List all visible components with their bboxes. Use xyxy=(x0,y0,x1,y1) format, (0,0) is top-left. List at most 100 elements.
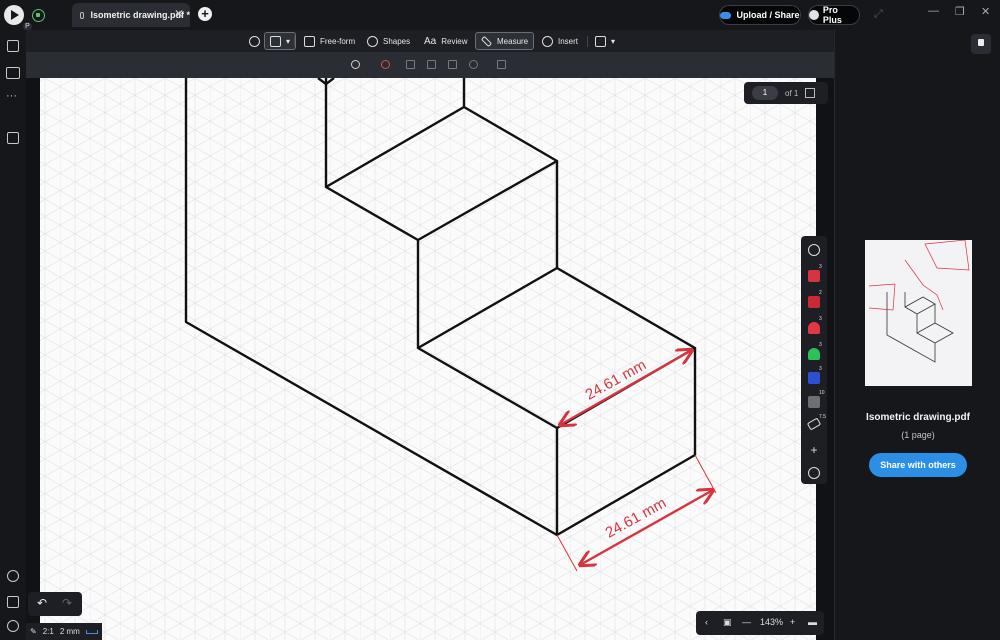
zoom-controls: ‹ ▣ — 143% + ▬ xyxy=(696,611,824,635)
hand-gesture-icon[interactable] xyxy=(7,570,19,582)
highlighter-red-icon[interactable] xyxy=(808,322,820,334)
badge: 10 xyxy=(819,390,825,396)
cloud-icon xyxy=(80,11,85,19)
scale-indicator[interactable]: ✎ 2:1 2 mm xyxy=(26,623,102,640)
shapes-icon xyxy=(367,35,378,47)
upload-cloud-icon xyxy=(720,11,732,19)
title-bar: P Isometric drawing.pdf * ✕ + Upload / S… xyxy=(0,0,1000,31)
pin-icon[interactable] xyxy=(971,34,991,54)
new-page-icon[interactable] xyxy=(7,132,19,144)
measure-label: Measure xyxy=(497,36,529,46)
toolbar-divider xyxy=(587,36,588,47)
badge: 3 xyxy=(819,342,822,348)
measure-subbar xyxy=(26,52,834,78)
badge: 7.5 xyxy=(819,414,826,420)
app-logo-icon[interactable] xyxy=(4,5,24,25)
expand-icon[interactable]: ⤢ xyxy=(874,8,883,21)
plus-circle-icon xyxy=(542,35,553,47)
page-thumbnail[interactable] xyxy=(865,240,972,386)
review-button[interactable]: Aa Review xyxy=(419,32,472,50)
measure-button[interactable]: Measure xyxy=(475,32,535,50)
settings-icon[interactable] xyxy=(7,620,19,632)
close-icon[interactable]: ✕ xyxy=(174,7,184,21)
polygon-tool-icon[interactable] xyxy=(448,60,457,69)
pen-icon xyxy=(304,35,315,47)
measure-tool-icon[interactable] xyxy=(808,244,820,256)
document-sidebar: Isometric drawing.pdf (1 page) Share wit… xyxy=(834,30,1000,640)
undo-icon[interactable]: ↶ xyxy=(37,596,47,610)
page-indicator: 1 of 1 xyxy=(744,82,828,104)
gray-pen-icon[interactable] xyxy=(808,396,820,408)
add-tool-icon[interactable]: + xyxy=(808,444,820,456)
select-tool-button[interactable]: ▾ xyxy=(264,32,297,50)
pro-plus-button[interactable]: Pro Plus xyxy=(808,5,860,25)
avatar-icon xyxy=(809,10,819,20)
badge: 3 xyxy=(819,264,822,270)
highlighter-green-icon[interactable] xyxy=(808,348,820,360)
books-icon xyxy=(595,35,606,47)
page-total: of 1 xyxy=(785,88,799,98)
upload-share-button[interactable]: Upload / Share xyxy=(719,5,801,25)
badge: 2 xyxy=(819,290,822,296)
chevron-down-icon: ▾ xyxy=(286,36,291,46)
volume-tool-icon[interactable] xyxy=(469,60,478,69)
page-number-input[interactable]: 1 xyxy=(752,86,778,100)
zoom-level[interactable]: 143% xyxy=(760,617,783,627)
library-dropdown-button[interactable]: ▾ xyxy=(590,32,620,50)
zoom-in-icon[interactable]: + xyxy=(790,617,795,627)
path-tool-icon[interactable] xyxy=(381,60,390,69)
share-button[interactable]: Share with others xyxy=(869,453,967,477)
scale-bar-icon xyxy=(85,629,98,634)
badge: 3 xyxy=(819,316,822,322)
sync-icon[interactable] xyxy=(32,9,45,22)
toolbar-divider xyxy=(294,36,295,47)
window-close-icon[interactable]: ✕ xyxy=(981,5,990,18)
lasso-icon[interactable] xyxy=(808,467,820,479)
thumbnail-drawing xyxy=(865,240,972,386)
grid-view-icon[interactable] xyxy=(805,88,816,98)
clear-tool-icon[interactable] xyxy=(497,60,506,69)
badge: 3 xyxy=(819,366,822,372)
grid-unit: 2 mm xyxy=(59,627,80,636)
area-tool-icon[interactable] xyxy=(427,60,436,69)
shapes-label: Shapes xyxy=(383,36,411,46)
more-icon[interactable]: ··· xyxy=(6,90,17,102)
pages-icon[interactable] xyxy=(7,40,19,52)
left-rail: ··· xyxy=(0,30,26,640)
chevron-left-icon[interactable]: ‹ xyxy=(705,617,708,627)
redo-icon[interactable]: ↷ xyxy=(62,596,72,610)
tab-document[interactable]: Isometric drawing.pdf * ✕ xyxy=(72,3,190,27)
angle-tool-icon[interactable] xyxy=(406,60,415,69)
text-icon: Aa xyxy=(424,35,437,47)
red-pen-icon[interactable] xyxy=(808,270,820,282)
insert-button[interactable]: Insert xyxy=(537,32,583,50)
hand-tool-button[interactable] xyxy=(244,32,265,50)
blue-pen-icon[interactable] xyxy=(808,372,820,384)
review-label: Review xyxy=(441,36,468,46)
page-count: (1 page) xyxy=(901,430,935,440)
upload-share-label: Upload / Share xyxy=(736,10,800,20)
main-toolbar: ▾ Free-form Shapes Aa Review Measure Inse… xyxy=(26,30,834,52)
new-tab-button[interactable]: + xyxy=(198,7,212,21)
undo-redo-box: ↶ ↷ xyxy=(28,592,82,616)
zoom-out-icon[interactable]: — xyxy=(742,617,751,627)
shapes-button[interactable]: Shapes xyxy=(362,32,415,50)
maximize-icon[interactable]: ❐ xyxy=(955,5,965,18)
freeform-button[interactable]: Free-form xyxy=(299,32,360,50)
select-icon xyxy=(270,35,281,47)
drawing-canvas[interactable]: 24.61 mm 24.61 mm xyxy=(40,78,816,640)
library-icon[interactable] xyxy=(6,67,20,79)
learn-icon[interactable] xyxy=(7,596,19,608)
pencil-icon: ✎ xyxy=(30,627,37,636)
pro-plus-label: Pro Plus xyxy=(822,5,842,25)
fit-page-icon[interactable]: ▣ xyxy=(723,617,732,628)
file-name: Isometric drawing.pdf xyxy=(866,412,970,423)
minimize-icon[interactable]: — xyxy=(928,5,939,17)
panel-toggle-icon[interactable]: ▬ xyxy=(808,617,817,627)
scale-ratio: 2:1 xyxy=(42,627,54,636)
chevron-down-icon: ▾ xyxy=(611,36,616,46)
distance-tool-icon[interactable] xyxy=(351,60,360,69)
isometric-grid xyxy=(40,78,816,640)
marker-icon[interactable] xyxy=(808,296,820,308)
insert-label: Insert xyxy=(558,36,579,46)
